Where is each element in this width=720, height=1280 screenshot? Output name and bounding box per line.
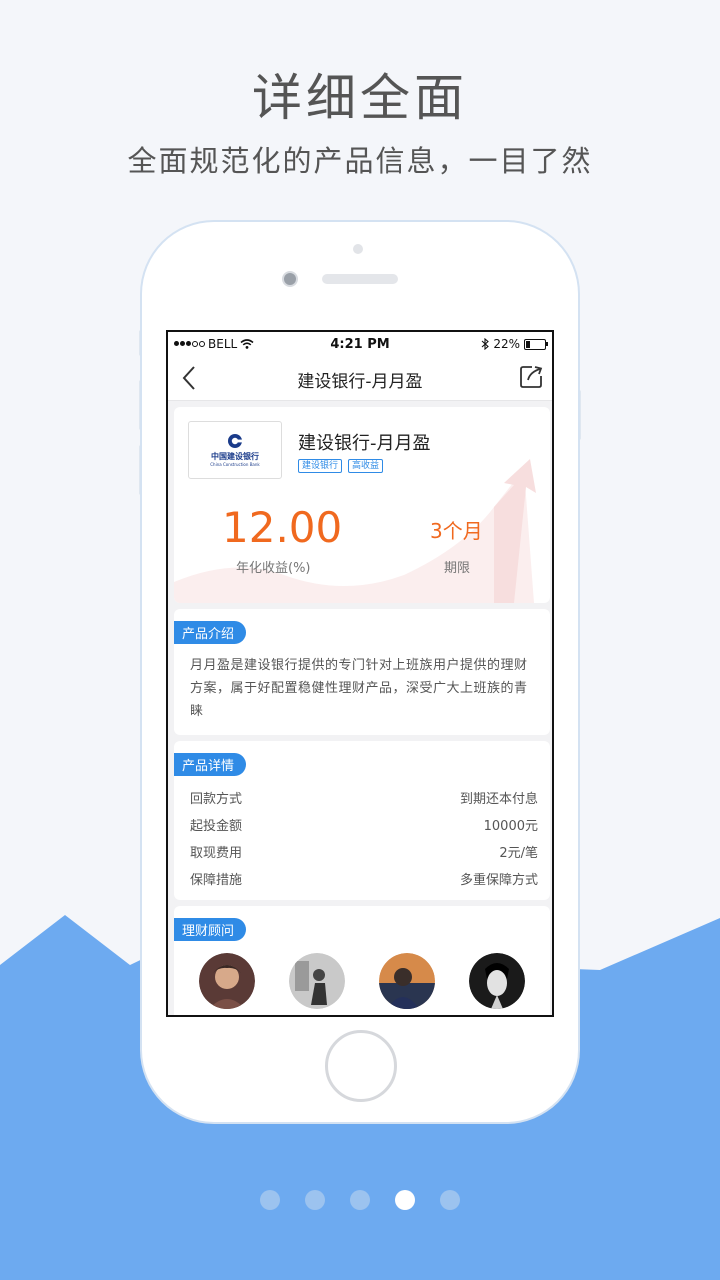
- product-tag: 高收益: [348, 459, 384, 473]
- product-details-card: 产品详情 回款方式 到期还本付息 起投金额 10000元 取现费用 2元/笔 保…: [174, 741, 550, 900]
- section-title-details: 产品详情: [174, 753, 247, 776]
- headline: 详细全面: [252, 69, 468, 127]
- nav-bar: 建设银行-月月盈: [168, 356, 552, 401]
- share-icon[interactable]: [518, 364, 544, 390]
- advisors-card: 理财顾问: [174, 906, 550, 1015]
- annual-rate-value: 12.00: [222, 503, 343, 552]
- earpiece-speaker: [322, 274, 398, 284]
- detail-label: 回款方式: [190, 792, 243, 807]
- product-intro-text: 月月盈是建设银行提供的专门针对上班族用户提供的理财方案，属于好配置稳健性理财产品…: [190, 658, 528, 719]
- detail-row: 起投金额 10000元: [174, 811, 550, 838]
- detail-label: 保障措施: [190, 873, 243, 888]
- front-camera: [284, 273, 296, 285]
- detail-value: 2元/笔: [499, 846, 538, 861]
- detail-value: 到期还本付息: [459, 792, 538, 807]
- section-title-intro: 产品介绍: [174, 621, 247, 644]
- status-time: 4:21 PM: [330, 336, 390, 352]
- detail-row: 保障措施 多重保障方式: [174, 865, 550, 892]
- product-tags: 建设银行 高收益: [298, 459, 384, 473]
- page-dot[interactable]: [350, 1190, 370, 1210]
- page-dot[interactable]: [260, 1190, 280, 1210]
- advisor-avatar[interactable]: [469, 953, 525, 1009]
- product-summary-card: 中国建设银行 China Construction Bank 建设银行-月月盈 …: [174, 407, 550, 603]
- subline: 全面规范化的产品信息，一目了然: [127, 144, 593, 178]
- proximity-sensor: [353, 244, 363, 254]
- detail-row: 取现费用 2元/笔: [174, 838, 550, 865]
- detail-row: 回款方式 到期还本付息: [174, 784, 550, 811]
- bank-logo-cn: 中国建设银行: [211, 452, 259, 461]
- detail-label: 取现费用: [190, 846, 243, 861]
- detail-label: 起投金额: [190, 819, 243, 834]
- annual-rate-label: 年化收益(%): [236, 561, 311, 576]
- ccb-logo-icon: [228, 434, 242, 448]
- page-dot-active[interactable]: [395, 1190, 415, 1210]
- home-button[interactable]: [325, 1030, 397, 1102]
- page-dot[interactable]: [440, 1190, 460, 1210]
- nav-title: 建设银行-月月盈: [297, 372, 423, 392]
- term-label: 期限: [444, 561, 471, 576]
- product-name: 建设银行-月月盈: [298, 433, 431, 454]
- page-dot[interactable]: [305, 1190, 325, 1210]
- bank-logo: 中国建设银行 China Construction Bank: [188, 421, 282, 479]
- bank-logo-en: China Construction Bank: [210, 462, 260, 467]
- advisor-avatar[interactable]: [289, 953, 345, 1009]
- page-indicator: [0, 1190, 720, 1210]
- app-screen: BELL 4:21 PM 22% 建设银行-月月盈 中国建设银行 China C…: [166, 330, 554, 1017]
- status-bar: BELL 4:21 PM 22%: [168, 332, 552, 356]
- detail-value: 10000元: [483, 819, 538, 834]
- battery-icon: [524, 338, 548, 350]
- advisor-avatar[interactable]: [199, 953, 255, 1009]
- product-intro-card: 产品介绍 月月盈是建设银行提供的专门针对上班族用户提供的理财方案，属于好配置稳健…: [174, 609, 550, 735]
- product-tag: 建设银行: [298, 459, 343, 473]
- term-value: 3个月: [430, 519, 483, 543]
- advisor-avatar[interactable]: [379, 953, 435, 1009]
- detail-value: 多重保障方式: [459, 873, 538, 888]
- section-title-advisors: 理财顾问: [174, 918, 247, 941]
